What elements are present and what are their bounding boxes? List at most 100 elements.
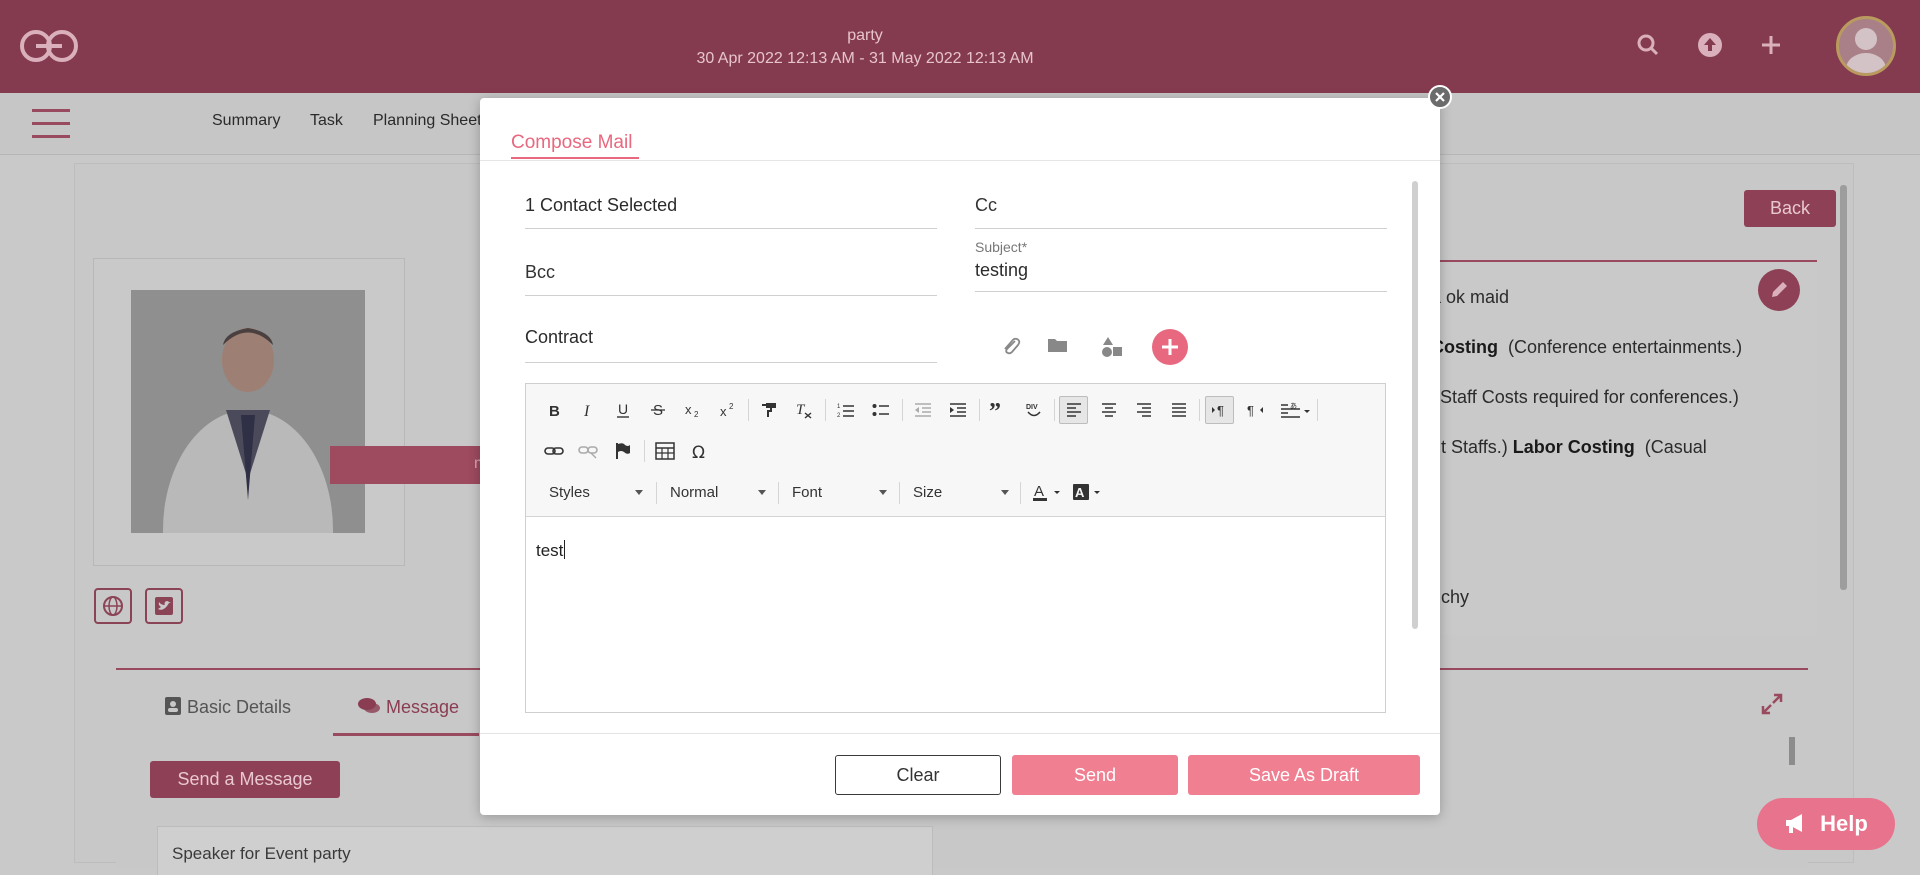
italic-icon[interactable]: I (575, 397, 601, 423)
shapes-icon[interactable] (1099, 334, 1125, 360)
editor-content[interactable]: test (536, 540, 566, 561)
paperclip-icon[interactable] (998, 334, 1024, 360)
clear-button[interactable]: Clear (835, 755, 1001, 795)
help-button[interactable]: Help (1757, 798, 1895, 850)
blockquote-icon[interactable]: ” (986, 397, 1012, 423)
twitter-icon[interactable] (145, 588, 183, 624)
message-scrollbar[interactable] (1789, 737, 1795, 765)
language-icon[interactable]: あ (1278, 397, 1312, 423)
toolbar-separator (1199, 399, 1200, 421)
bcc-field[interactable]: Bcc (525, 262, 555, 283)
copy-format-icon[interactable] (756, 397, 782, 423)
remove-format-icon[interactable]: T (791, 397, 817, 423)
anchor-flag-icon[interactable] (610, 438, 636, 464)
subscript-icon[interactable]: x2 (680, 397, 706, 423)
superscript-icon[interactable]: x2 (715, 397, 741, 423)
div-container-icon[interactable]: DIV (1021, 397, 1047, 423)
subject-field[interactable]: testing (975, 260, 1028, 281)
user-avatar[interactable] (1836, 16, 1896, 76)
tab-message[interactable]: Message (358, 697, 459, 718)
menu-icon[interactable] (32, 107, 70, 141)
divider (480, 733, 1440, 734)
detail-line: l Staff Costs required for conferences.) (1431, 387, 1739, 407)
toolbar-separator (825, 399, 826, 421)
bulleted-list-icon[interactable] (868, 397, 894, 423)
svg-text:x: x (685, 402, 692, 417)
profile-action-strip[interactable]: m (330, 446, 487, 484)
text-color-icon[interactable]: A (1030, 479, 1064, 505)
styles-dropdown[interactable]: Styles (549, 480, 645, 506)
nav-planning-sheet[interactable]: Planning Sheet (373, 112, 482, 130)
table-icon[interactable] (652, 438, 678, 464)
svg-text:DIV: DIV (1026, 404, 1038, 411)
add-attachment-button[interactable] (1152, 329, 1188, 365)
toolbar-separator (1020, 482, 1021, 504)
nav-summary[interactable]: Summary (212, 112, 280, 130)
numbered-list-icon[interactable]: 12 (833, 397, 859, 423)
bold-icon[interactable]: B (541, 397, 567, 423)
svg-text:A: A (1034, 483, 1044, 500)
close-icon[interactable] (1428, 85, 1452, 109)
upload-icon[interactable] (1695, 30, 1725, 60)
special-character-icon[interactable]: Ω (687, 438, 713, 464)
chevron-down-icon (879, 490, 887, 495)
add-icon[interactable] (1756, 30, 1786, 60)
cc-field[interactable]: Cc (975, 195, 997, 216)
divider (975, 228, 1387, 229)
underline-icon[interactable]: U (610, 397, 636, 423)
svg-text:あ: あ (1290, 402, 1297, 410)
modal-scrollbar[interactable] (1412, 181, 1418, 629)
edit-icon[interactable] (1758, 269, 1800, 311)
template-select[interactable]: Contract (525, 327, 593, 348)
toolbar-separator (1317, 399, 1318, 421)
help-label: Help (1820, 811, 1868, 836)
top-bar: party 30 Apr 2022 12:13 AM - 31 May 2022… (0, 0, 1920, 93)
toolbar-separator (902, 399, 903, 421)
folder-icon[interactable] (1045, 332, 1071, 358)
message-preview: Speaker for Event party (172, 844, 351, 863)
profile-photo (131, 290, 365, 533)
text-direction-rtl-icon[interactable]: ¶ (1242, 397, 1268, 423)
to-field[interactable]: 1 Contact Selected (525, 195, 677, 216)
tab-compose-mail[interactable]: Compose Mail (511, 132, 632, 154)
tab-active-indicator (511, 157, 639, 159)
align-center-icon[interactable] (1096, 397, 1122, 423)
align-right-icon[interactable] (1131, 397, 1157, 423)
align-left-icon[interactable] (1059, 396, 1088, 424)
format-dropdown[interactable]: Normal (670, 480, 766, 506)
text-cursor (564, 540, 566, 559)
strikethrough-icon[interactable]: S (645, 397, 671, 423)
megaphone-icon (1784, 813, 1808, 835)
save-as-draft-button[interactable]: Save As Draft (1188, 755, 1420, 795)
link-icon[interactable] (541, 438, 567, 464)
divider (525, 362, 937, 363)
font-dropdown[interactable]: Font (792, 480, 888, 506)
svg-text:2: 2 (837, 413, 841, 419)
svg-text:I: I (583, 403, 590, 418)
website-icon[interactable] (94, 588, 132, 624)
justify-icon[interactable] (1166, 397, 1192, 423)
svg-text:2: 2 (694, 410, 699, 418)
expand-icon[interactable] (1761, 693, 1783, 715)
unlink-icon[interactable] (575, 438, 601, 464)
size-dropdown[interactable]: Size (913, 480, 1009, 506)
svg-text:T: T (796, 402, 806, 418)
svg-text:2: 2 (729, 402, 734, 411)
detail-line: nt Staffs.) Labor Costing (Casual (1431, 437, 1707, 457)
tab-active-indicator (333, 733, 479, 736)
back-button[interactable]: Back (1744, 190, 1836, 227)
subject-label: Subject* (975, 239, 1028, 255)
send-a-message-button[interactable]: Send a Message (150, 761, 340, 798)
text-direction-ltr-icon[interactable]: ¶ (1205, 396, 1234, 424)
background-color-icon[interactable]: A (1070, 479, 1104, 505)
decrease-indent-icon[interactable] (910, 397, 936, 423)
chevron-down-icon (758, 490, 766, 495)
increase-indent-icon[interactable] (945, 397, 971, 423)
nav-task[interactable]: Task (310, 112, 343, 130)
send-button[interactable]: Send (1012, 755, 1178, 795)
tab-basic-details[interactable]: Basic Details (165, 697, 291, 718)
page-scrollbar[interactable] (1840, 185, 1847, 590)
detail-line: Costing (Conference entertainments.) (1431, 337, 1743, 357)
chat-icon (358, 697, 380, 715)
search-icon[interactable] (1633, 30, 1663, 60)
